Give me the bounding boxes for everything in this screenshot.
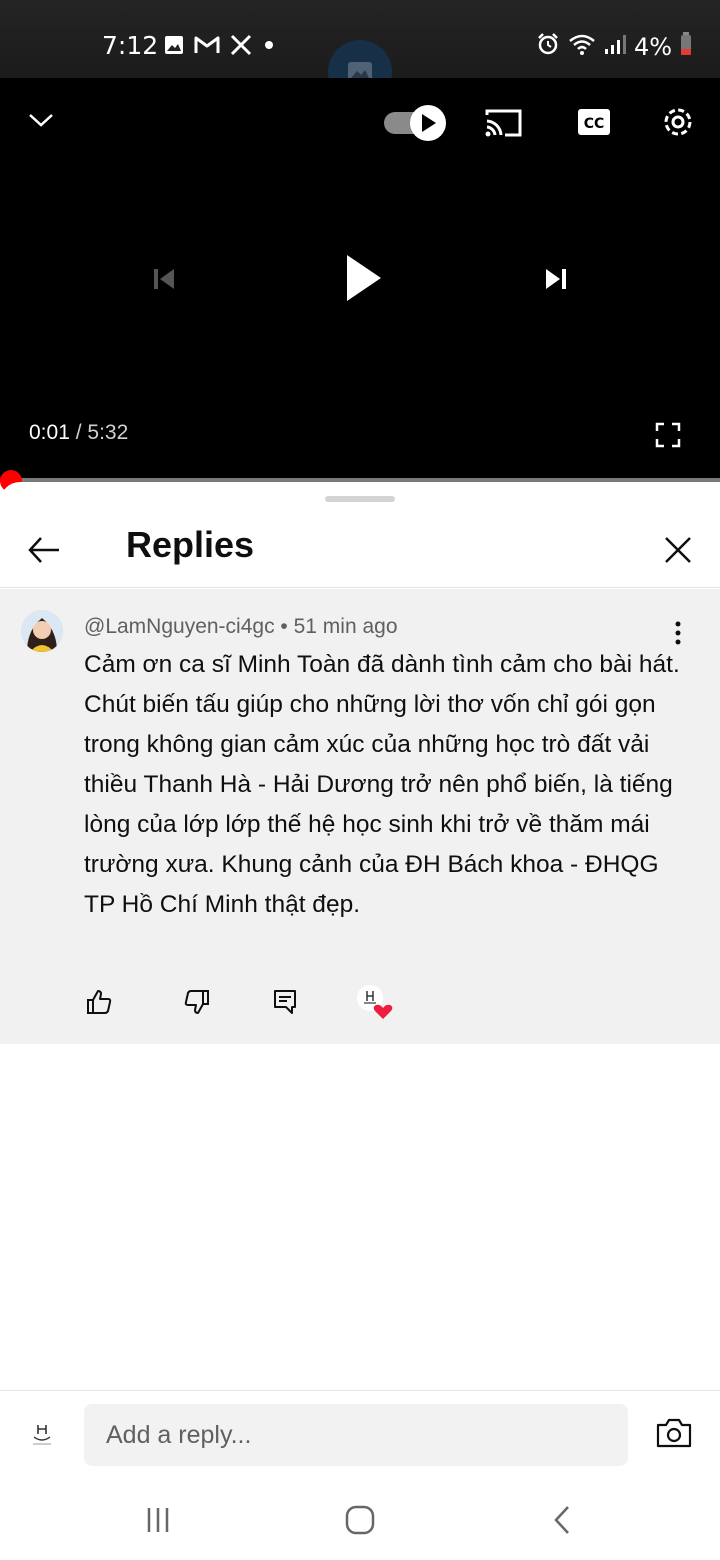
dot-icon [262, 38, 276, 57]
captions-icon[interactable]: CC [576, 106, 612, 138]
collapse-chevron-icon[interactable] [26, 108, 56, 132]
panel-header: Replies [0, 512, 720, 588]
system-icons: 4% [536, 32, 692, 61]
alarm-icon [536, 32, 560, 61]
reply-bar [0, 1390, 720, 1480]
gmail-icon [194, 35, 220, 60]
current-time: 0:01 [29, 421, 70, 444]
battery-icon [680, 32, 692, 61]
autoplay-toggle[interactable] [382, 102, 448, 144]
previous-icon [148, 264, 180, 294]
back-icon[interactable] [544, 1502, 580, 1538]
comment-meta: @LamNguyen-ci4gc • 51 min ago [84, 615, 398, 639]
comment-text: Cảm ơn ca sĩ Minh Toàn đã dành tình cảm … [84, 651, 680, 918]
reply-icon[interactable] [268, 985, 302, 1019]
fullscreen-icon[interactable] [654, 421, 682, 449]
settings-gear-icon[interactable] [658, 102, 698, 142]
comment-author[interactable]: @LamNguyen-ci4gc [84, 615, 275, 638]
comment-age: 51 min ago [293, 615, 398, 638]
camera-icon[interactable] [654, 1415, 694, 1451]
like-icon[interactable] [82, 985, 116, 1019]
battery-percent: 4% [634, 32, 673, 61]
system-navigation-bar [0, 1480, 720, 1560]
svg-text:CC: CC [584, 116, 605, 132]
image-icon [164, 35, 184, 60]
meta-separator: • [274, 615, 294, 638]
cast-icon[interactable] [484, 106, 524, 140]
home-icon[interactable] [340, 1502, 380, 1538]
video-player[interactable]: CC 0:01 / 5:32 [0, 78, 720, 478]
signal-icon [604, 33, 626, 60]
duration: 5:32 [87, 421, 129, 444]
time-display: 0:01 / 5:32 [29, 421, 128, 445]
back-arrow-icon[interactable] [24, 530, 64, 570]
recent-apps-icon[interactable] [140, 1502, 176, 1538]
panel-title: Replies [126, 524, 255, 565]
dislike-icon[interactable] [180, 985, 214, 1019]
creator-heart-icon [354, 983, 394, 1023]
play-icon[interactable] [338, 250, 388, 306]
avatar[interactable] [21, 610, 63, 652]
comment-card: @LamNguyen-ci4gc • 51 min ago Cảm ơn ca … [0, 589, 720, 1044]
user-avatar[interactable] [24, 1417, 60, 1453]
x-icon [230, 34, 252, 61]
drag-handle[interactable] [325, 496, 395, 502]
next-icon[interactable] [540, 264, 572, 294]
reply-input[interactable] [84, 1404, 628, 1466]
notification-icons [164, 34, 276, 61]
status-time: 7:12 [102, 31, 159, 60]
close-icon[interactable] [658, 530, 698, 570]
status-bar: 7:12 4% [0, 0, 720, 104]
wifi-icon [568, 32, 596, 61]
time-separator: / [69, 421, 88, 444]
